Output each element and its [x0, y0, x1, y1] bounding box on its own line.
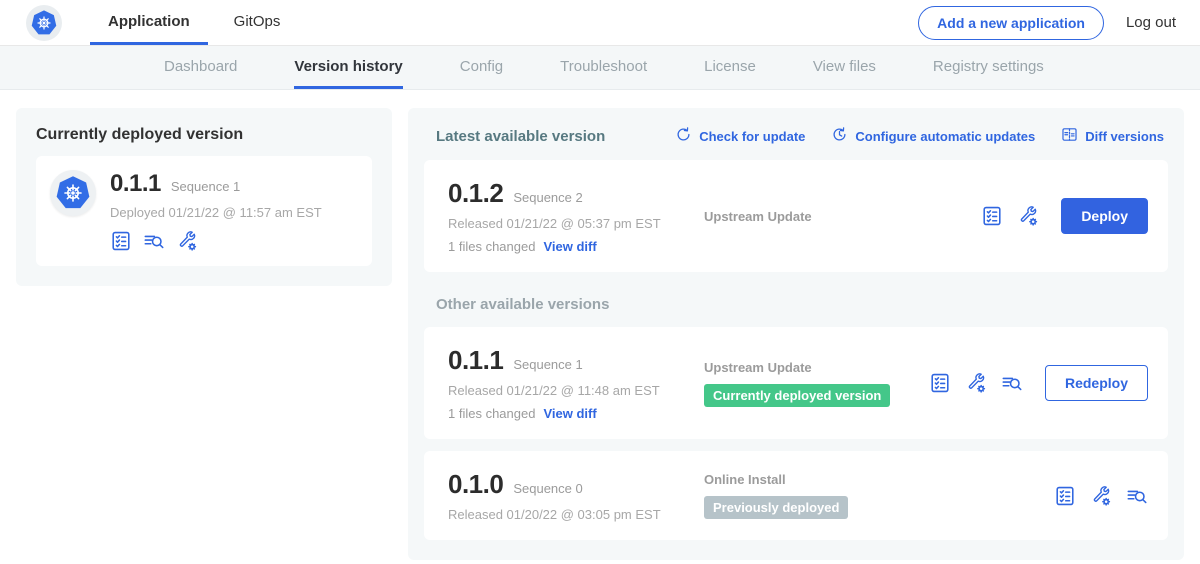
subnav-item-version-history[interactable]: Version history: [294, 46, 402, 89]
preflight-checks-icon[interactable]: [1001, 372, 1023, 394]
version-source-label: Online Install: [704, 472, 786, 487]
version-source-label: Upstream Update: [704, 360, 812, 375]
deployed-version-card: 0.1.1 Sequence 1 Deployed 01/21/22 @ 11:…: [36, 156, 372, 266]
redeploy-button[interactable]: Redeploy: [1045, 365, 1148, 401]
configure-automatic-updates-link[interactable]: Configure automatic updates: [831, 126, 1035, 146]
header-tabs: Application GitOps: [90, 0, 298, 45]
top-header: Application GitOps Add a new application…: [0, 0, 1200, 46]
sequence-label: Sequence 2: [513, 190, 582, 205]
diff-versions-icon: [1061, 126, 1078, 146]
deployed-version-number: 0.1.1: [110, 170, 161, 198]
add-application-button[interactable]: Add a new application: [918, 6, 1104, 40]
logout-link[interactable]: Log out: [1126, 14, 1176, 31]
currently-deployed-title: Currently deployed version: [36, 126, 372, 144]
view-diff-link[interactable]: View diff: [543, 406, 596, 421]
files-changed-label: 1 files changed: [448, 406, 535, 421]
currently-deployed-badge: Currently deployed version: [704, 384, 890, 407]
preflight-checks-icon[interactable]: [143, 230, 165, 252]
previously-deployed-badge: Previously deployed: [704, 496, 848, 519]
currently-deployed-panel: Currently deployed version 0.1.1 Sequenc…: [16, 108, 392, 286]
version-card-0-1-0: 0.1.0 Sequence 0 Released 01/20/22 @ 03:…: [424, 451, 1168, 540]
version-source-label: Upstream Update: [704, 209, 812, 224]
deployed-sequence-label: Sequence 1: [171, 179, 240, 194]
edit-config-icon[interactable]: [965, 372, 987, 394]
subnav-item-troubleshoot[interactable]: Troubleshoot: [560, 46, 647, 89]
diff-versions-link[interactable]: Diff versions: [1061, 126, 1164, 146]
tab-application-label: Application: [108, 13, 190, 30]
latest-available-title: Latest available version: [436, 128, 605, 145]
release-notes-icon[interactable]: [1054, 485, 1076, 507]
tab-gitops-label: GitOps: [234, 13, 281, 30]
check-for-update-label: Check for update: [699, 129, 805, 144]
released-timestamp: Released 01/21/22 @ 05:37 pm EST: [448, 216, 704, 231]
edit-config-icon[interactable]: [176, 230, 198, 252]
version-number: 0.1.2: [448, 178, 503, 209]
tab-application[interactable]: Application: [90, 0, 208, 45]
version-history-panel: Latest available version Check for updat…: [408, 108, 1184, 560]
edit-config-icon[interactable]: [1090, 485, 1112, 507]
edit-config-icon[interactable]: [1017, 205, 1039, 227]
deployed-timestamp: Deployed 01/21/22 @ 11:57 am EST: [110, 205, 322, 220]
preflight-checks-icon[interactable]: [1126, 485, 1148, 507]
subnav-item-config[interactable]: Config: [460, 46, 503, 89]
version-card-0-1-2: 0.1.2 Sequence 2 Released 01/21/22 @ 05:…: [424, 160, 1168, 272]
files-changed-label: 1 files changed: [448, 239, 535, 254]
release-notes-icon[interactable]: [981, 205, 1003, 227]
kubernetes-app-icon: [50, 170, 96, 216]
subnav-item-view-files[interactable]: View files: [813, 46, 876, 89]
diff-versions-label: Diff versions: [1085, 129, 1164, 144]
deploy-button[interactable]: Deploy: [1061, 198, 1148, 234]
released-timestamp: Released 01/20/22 @ 03:05 pm EST: [448, 507, 704, 522]
kubernetes-logo-icon: [26, 5, 62, 41]
released-timestamp: Released 01/21/22 @ 11:48 am EST: [448, 383, 704, 398]
view-diff-link[interactable]: View diff: [543, 239, 596, 254]
refresh-icon: [675, 126, 692, 146]
app-logo-link[interactable]: [26, 0, 62, 45]
subnav-item-license[interactable]: License: [704, 46, 756, 89]
app-subnav: Dashboard Version history Config Trouble…: [0, 46, 1200, 90]
version-number: 0.1.1: [448, 345, 503, 376]
sequence-label: Sequence 1: [513, 357, 582, 372]
auto-update-icon: [831, 126, 848, 146]
subnav-item-registry-settings[interactable]: Registry settings: [933, 46, 1044, 89]
subnav-item-dashboard[interactable]: Dashboard: [164, 46, 237, 89]
sequence-label: Sequence 0: [513, 481, 582, 496]
version-card-0-1-1: 0.1.1 Sequence 1 Released 01/21/22 @ 11:…: [424, 327, 1168, 439]
version-number: 0.1.0: [448, 469, 503, 500]
other-versions-title: Other available versions: [436, 296, 1168, 313]
configure-automatic-updates-label: Configure automatic updates: [855, 129, 1035, 144]
release-notes-icon[interactable]: [929, 372, 951, 394]
tab-gitops[interactable]: GitOps: [216, 0, 299, 45]
check-for-update-link[interactable]: Check for update: [675, 126, 805, 146]
release-notes-icon[interactable]: [110, 230, 132, 252]
